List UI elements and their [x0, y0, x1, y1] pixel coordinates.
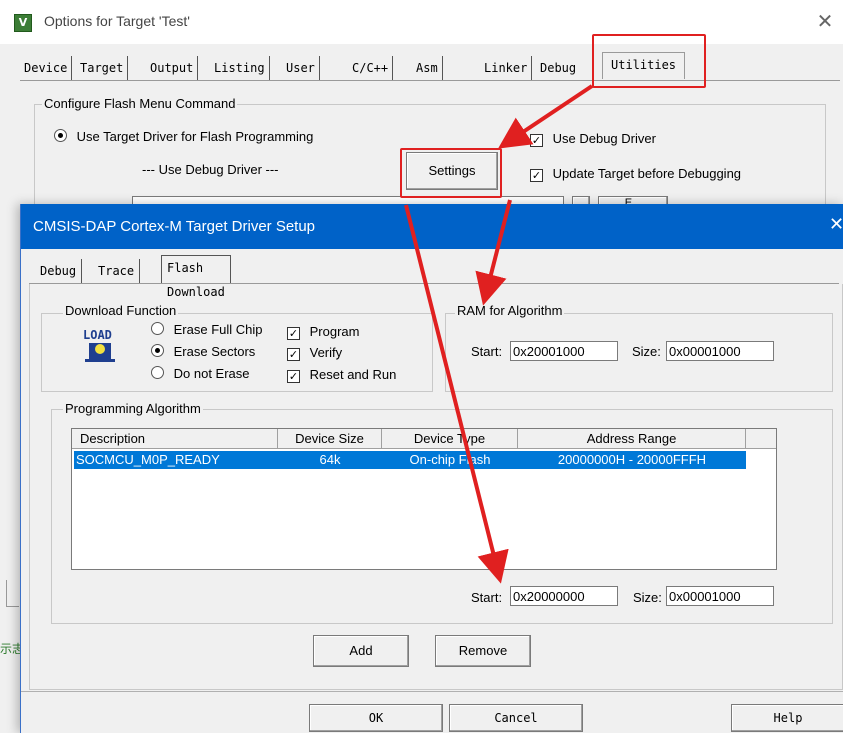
arrow-to-ram [475, 199, 512, 306]
arrow-to-flash-start [404, 204, 509, 584]
annotation-arrows [404, 84, 594, 584]
arrow-utilities-to-settings [498, 84, 594, 149]
